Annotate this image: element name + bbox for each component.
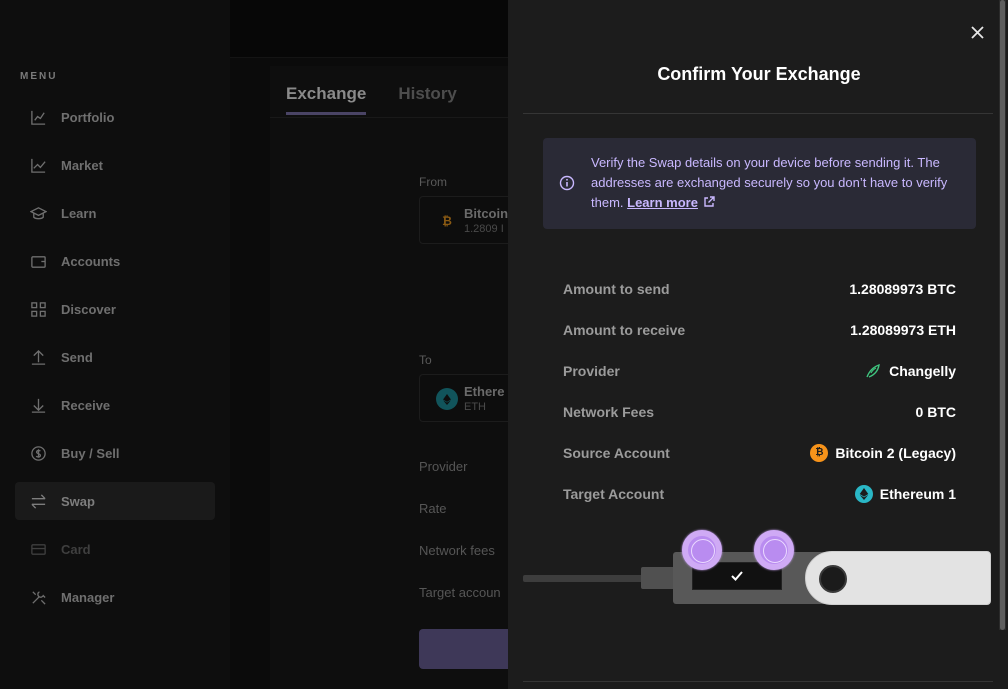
menu-title: MENU — [20, 71, 58, 82]
to-label: To — [419, 353, 432, 367]
usb-plug — [641, 567, 675, 589]
sidebar-item-learn[interactable]: Learn — [15, 194, 215, 232]
sidebar-item-accounts[interactable]: Accounts — [15, 242, 215, 280]
swap-icon — [29, 492, 47, 510]
detail-value: 1.28089973 BTC — [849, 280, 956, 297]
detail-row-provider: Provider Changelly — [563, 350, 956, 391]
wallet-icon — [29, 252, 47, 270]
sidebar-item-send[interactable]: Send — [15, 338, 215, 376]
detail-value-provider: Changelly — [865, 363, 956, 379]
info-text: Verify the Swap details on your device b… — [591, 153, 961, 213]
sidebar-item-discover[interactable]: Discover — [15, 290, 215, 328]
ethereum-icon — [854, 484, 873, 503]
close-icon — [970, 25, 984, 39]
summary-rate-label: Rate — [419, 501, 447, 516]
from-account-name: Bitcoin — [464, 206, 509, 221]
to-account-name: Ethere — [464, 384, 505, 399]
market-icon — [29, 156, 47, 174]
sidebar-item-label: Learn — [61, 205, 97, 221]
target-account-name: Ethereum 1 — [879, 485, 956, 502]
drawer-footer-divider — [523, 681, 993, 682]
detail-row-network-fees: Network Fees 0 BTC — [563, 391, 956, 432]
bitcoin-icon: ₿ — [442, 214, 452, 228]
detail-label: Source Account — [563, 444, 670, 461]
detail-value-source-account: ₿ Bitcoin 2 (Legacy) — [810, 443, 956, 462]
close-button[interactable] — [967, 22, 987, 42]
from-label: From — [419, 175, 447, 189]
sidebar-item-label: Portfolio — [61, 109, 115, 125]
detail-row-target-account: Target Account Ethereum 1 — [563, 473, 956, 514]
summary-network-fees-label: Network fees — [419, 543, 495, 558]
device-swivel-cover — [805, 551, 991, 605]
ethereum-icon — [436, 388, 458, 410]
detail-row-amount-to-send: Amount to send 1.28089973 BTC — [563, 268, 956, 309]
to-account-ticker: ETH — [464, 401, 486, 413]
detail-row-source-account: Source Account ₿ Bitcoin 2 (Legacy) — [563, 432, 956, 473]
exchange-details: Amount to send 1.28089973 BTC Amount to … — [563, 268, 956, 514]
drawer-scrollbar[interactable] — [999, 0, 1006, 630]
from-account-balance: 1.2809 I — [464, 223, 504, 235]
changelly-icon — [865, 363, 881, 379]
sidebar-item-label: Discover — [61, 301, 116, 317]
learn-more-link[interactable]: Learn more — [627, 195, 698, 210]
sidebar-item-portfolio[interactable]: Portfolio — [15, 98, 215, 136]
drawer-divider — [523, 113, 993, 114]
sidebar-item-manager[interactable]: Manager — [15, 578, 215, 616]
swivel-hole — [819, 565, 847, 593]
sidebar-item-label: Receive — [61, 397, 111, 413]
scrollbar-thumb[interactable] — [1000, 0, 1005, 630]
device-right-button-highlight — [754, 530, 794, 570]
sidebar-item-market[interactable]: Market — [15, 146, 215, 184]
detail-value-target-account: Ethereum 1 — [854, 484, 956, 503]
arrow-down-icon — [29, 396, 47, 414]
external-link-icon — [703, 194, 715, 207]
sidebar-item-receive[interactable]: Receive — [15, 386, 215, 424]
sidebar-nav: Portfolio Market Learn Accounts Discover… — [15, 98, 215, 626]
tabs: Exchange History — [286, 84, 457, 115]
sidebar-item-label: Send — [61, 349, 93, 365]
detail-label: Network Fees — [563, 403, 655, 420]
dollar-icon — [29, 444, 47, 462]
summary-target-account-label: Target accoun — [419, 585, 501, 600]
sidebar-item-card[interactable]: Card — [15, 530, 215, 568]
checkmark-icon — [731, 571, 743, 581]
detail-label: Amount to send — [563, 280, 670, 297]
detail-label: Target Account — [563, 485, 665, 502]
sidebar-item-label: Swap — [61, 493, 95, 509]
portfolio-icon — [29, 108, 47, 126]
detail-label: Amount to receive — [563, 321, 686, 338]
detail-value: 1.28089973 ETH — [850, 321, 956, 338]
info-alert: Verify the Swap details on your device b… — [543, 138, 976, 229]
device-left-button-highlight — [682, 530, 722, 570]
tab-history[interactable]: History — [398, 84, 457, 115]
summary-provider-label: Provider — [419, 459, 468, 474]
sidebar-item-label: Accounts — [61, 253, 121, 269]
detail-label: Provider — [563, 362, 620, 379]
card-icon — [29, 540, 47, 558]
sidebar-item-label: Buy / Sell — [61, 445, 120, 461]
sidebar-item-buy-sell[interactable]: Buy / Sell — [15, 434, 215, 472]
tools-icon — [29, 588, 47, 606]
sidebar-item-label: Market — [61, 157, 103, 173]
confirm-exchange-drawer: Confirm Your Exchange Verify the Swap de… — [508, 0, 1008, 689]
sidebar-item-swap[interactable]: Swap — [15, 482, 215, 520]
exchange-button[interactable] — [419, 629, 519, 669]
source-account-name: Bitcoin 2 (Legacy) — [835, 444, 956, 461]
usb-cable — [523, 575, 643, 582]
ledger-nano-illustration — [523, 530, 993, 620]
sidebar-item-label: Card — [61, 541, 91, 557]
detail-value: 0 BTC — [915, 403, 956, 420]
bitcoin-icon: ₿ — [810, 443, 829, 462]
info-icon — [559, 175, 575, 191]
provider-name: Changelly — [889, 362, 956, 379]
sidebar-item-label: Manager — [61, 589, 115, 605]
learn-icon — [29, 204, 47, 222]
sidebar: MENU Portfolio Market Learn Accounts Dis… — [0, 0, 230, 689]
drawer-title: Confirm Your Exchange — [657, 64, 861, 84]
tab-exchange[interactable]: Exchange — [286, 84, 367, 115]
detail-row-amount-to-receive: Amount to receive 1.28089973 ETH — [563, 309, 956, 350]
arrow-up-icon — [29, 348, 47, 366]
grid-icon — [29, 300, 47, 318]
